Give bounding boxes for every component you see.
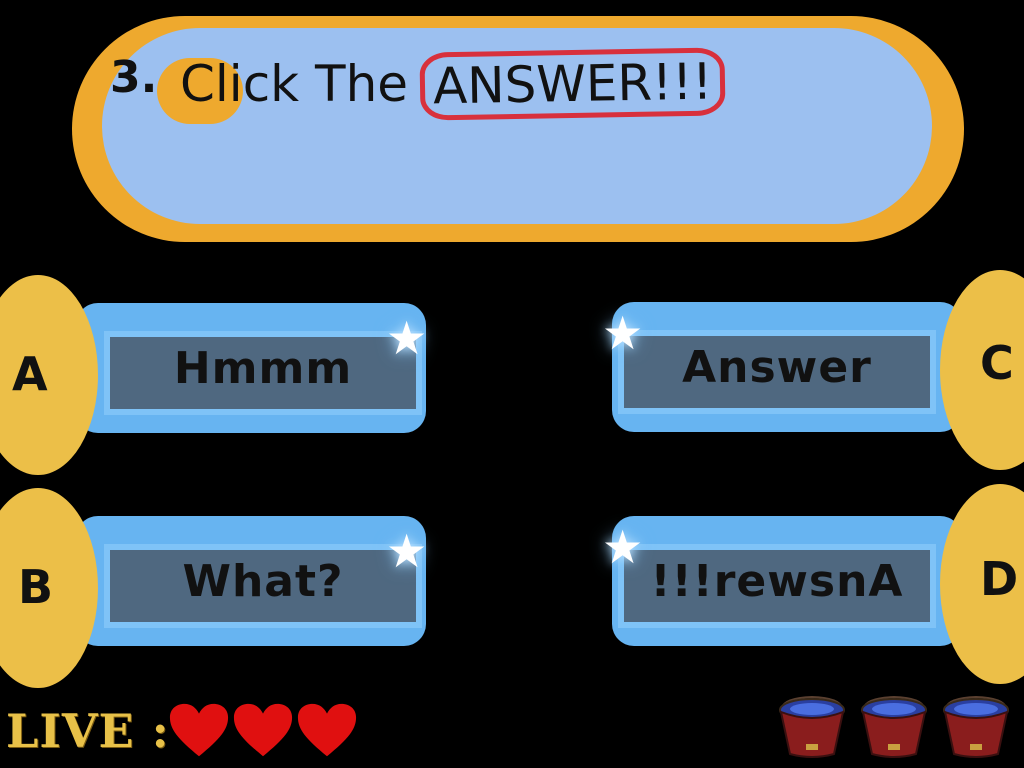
option-c-bar[interactable]: Answer (618, 330, 936, 414)
option-b-bar[interactable]: What? (104, 544, 422, 628)
option-a-text: Hmmm (173, 343, 353, 394)
option-a[interactable]: Hmmm A ★ (0, 275, 440, 475)
star-icon: ★ (602, 520, 644, 574)
star-icon: ★ (386, 311, 428, 365)
option-b-letter: B (18, 560, 54, 614)
buckets (776, 692, 1012, 760)
option-c[interactable]: Answer C ★ (600, 270, 1024, 470)
question-text-plain: Click The (180, 55, 409, 113)
lives-label: LIVE : (6, 704, 170, 758)
option-c-text: Answer (682, 342, 872, 393)
option-d-bar[interactable]: !!!rewsnA (618, 544, 936, 628)
lives-hearts (168, 700, 358, 762)
bucket-icon[interactable] (858, 692, 930, 760)
option-b[interactable]: What? B ★ (0, 488, 440, 688)
question-number: 3. (110, 52, 158, 103)
option-a-letter: A (12, 347, 48, 401)
heart-icon (169, 703, 229, 757)
star-icon: ★ (386, 524, 428, 578)
option-d[interactable]: !!!rewsnA D ★ (600, 484, 1024, 684)
question-text-highlight: ANSWER!!! (419, 47, 726, 121)
option-d-text: !!!rewsnA (650, 556, 904, 607)
question-text: Click The ANSWER!!! (180, 47, 726, 121)
option-b-text: What? (182, 556, 344, 607)
option-c-letter: C (980, 336, 1014, 390)
heart-icon (297, 703, 357, 757)
bucket-icon[interactable] (940, 692, 1012, 760)
star-icon: ★ (602, 306, 644, 360)
option-d-letter: D (980, 552, 1019, 606)
option-a-bar[interactable]: Hmmm (104, 331, 422, 415)
bucket-icon[interactable] (776, 692, 848, 760)
heart-icon (233, 703, 293, 757)
